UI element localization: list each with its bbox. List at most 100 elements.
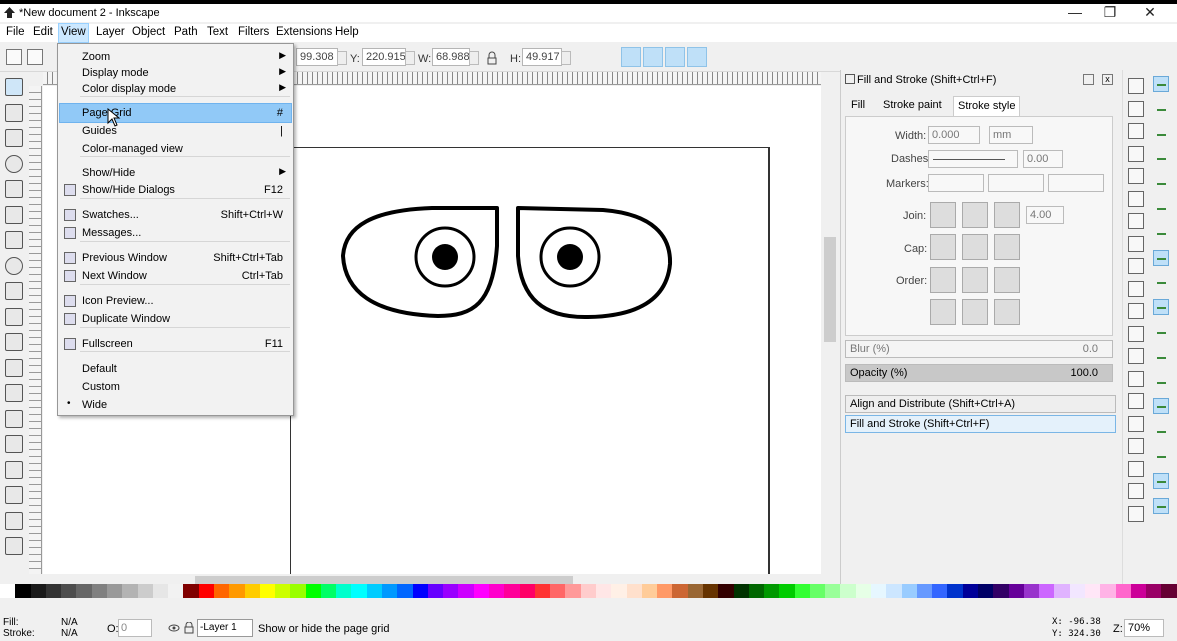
tab-stroke-paint[interactable]: Stroke paint bbox=[879, 96, 946, 116]
import-icon[interactable] bbox=[1128, 168, 1144, 184]
toggle-lock-icon[interactable] bbox=[184, 622, 194, 634]
join-miter-icon[interactable] bbox=[994, 202, 1020, 228]
width-unit-select[interactable]: mm bbox=[989, 126, 1033, 144]
y-field[interactable]: 220.915 bbox=[362, 48, 415, 66]
view-menu-item-guides[interactable]: Guides | bbox=[60, 122, 291, 140]
color-swatch[interactable] bbox=[534, 584, 551, 598]
join-round-icon[interactable] bbox=[962, 202, 988, 228]
color-swatch[interactable] bbox=[702, 584, 719, 598]
scale-corners-icon[interactable] bbox=[643, 47, 663, 67]
color-swatch[interactable] bbox=[229, 584, 245, 598]
color-swatch[interactable] bbox=[1130, 584, 1147, 598]
print-icon[interactable] bbox=[1128, 145, 1144, 162]
menu-extensions[interactable]: Extensions bbox=[274, 26, 334, 38]
x-field[interactable]: 99.308 bbox=[296, 48, 347, 66]
color-swatch[interactable] bbox=[213, 584, 230, 598]
color-swatch[interactable] bbox=[168, 584, 184, 598]
color-swatch[interactable] bbox=[30, 584, 46, 598]
color-swatch[interactable] bbox=[809, 584, 826, 598]
color-swatch[interactable] bbox=[550, 584, 566, 598]
end-marker-select[interactable] bbox=[1048, 174, 1104, 192]
color-swatch[interactable] bbox=[1084, 584, 1101, 598]
order-fill-markers-icon[interactable] bbox=[994, 267, 1020, 293]
duplicate-icon[interactable] bbox=[1128, 393, 1144, 409]
color-swatch[interactable] bbox=[320, 584, 337, 598]
color-swatch[interactable] bbox=[733, 584, 749, 598]
blur-slider[interactable]: Blur (%) 0.0 bbox=[845, 340, 1113, 358]
hscroll-thumb[interactable] bbox=[195, 576, 573, 584]
color-swatch[interactable] bbox=[15, 584, 31, 598]
color-swatch[interactable] bbox=[840, 584, 856, 598]
cap-butt-icon[interactable] bbox=[930, 234, 956, 260]
view-menu-item-show-hide-dialogs[interactable]: Show/Hide Dialogs F12 bbox=[60, 181, 291, 199]
color-swatch[interactable] bbox=[565, 584, 581, 598]
h-field[interactable]: 49.917 bbox=[522, 48, 571, 66]
cap-round-icon[interactable] bbox=[962, 234, 988, 260]
rect-icon[interactable] bbox=[5, 205, 23, 224]
zoom-page-icon[interactable] bbox=[1128, 370, 1144, 387]
scale-stroke-icon[interactable] bbox=[621, 47, 641, 67]
color-swatch[interactable] bbox=[641, 584, 658, 598]
undo-icon[interactable] bbox=[1128, 213, 1144, 229]
color-swatch[interactable] bbox=[611, 584, 627, 598]
3dbox-icon[interactable] bbox=[5, 231, 23, 249]
color-swatch[interactable] bbox=[764, 584, 780, 598]
new-icon[interactable] bbox=[1128, 78, 1144, 94]
color-swatch[interactable] bbox=[290, 584, 306, 598]
color-swatch[interactable] bbox=[106, 584, 123, 598]
measure-icon[interactable] bbox=[5, 180, 23, 198]
lock-ratio-icon[interactable] bbox=[486, 51, 498, 65]
view-menu-item-custom[interactable]: Custom bbox=[60, 378, 291, 396]
color-swatch[interactable] bbox=[901, 584, 917, 598]
view-menu-item-fullscreen[interactable]: Fullscreen F11 bbox=[60, 335, 291, 353]
node-icon[interactable] bbox=[5, 103, 23, 122]
dashes-select[interactable] bbox=[928, 150, 1018, 168]
snap-nodes-icon[interactable] bbox=[1153, 225, 1169, 241]
color-swatch[interactable] bbox=[61, 584, 77, 598]
zoom-icon[interactable] bbox=[5, 154, 23, 173]
fill-indicator-value[interactable]: N/A bbox=[61, 617, 78, 628]
ellipse-icon[interactable] bbox=[5, 256, 23, 275]
gradient-icon[interactable] bbox=[5, 511, 23, 530]
color-swatch[interactable] bbox=[1115, 584, 1131, 598]
color-swatch[interactable] bbox=[244, 584, 260, 598]
toggle-visibility-icon[interactable] bbox=[168, 623, 180, 633]
move-gradients-icon[interactable] bbox=[665, 47, 685, 67]
star-icon[interactable] bbox=[5, 282, 23, 300]
order-stroke-markers-icon[interactable] bbox=[962, 299, 988, 325]
view-menu-item-swatches[interactable]: Swatches... Shift+Ctrl+W bbox=[60, 206, 291, 224]
view-menu-item-messages[interactable]: Messages... bbox=[60, 224, 291, 242]
group-icon[interactable] bbox=[1128, 460, 1144, 477]
snap-path-icon[interactable] bbox=[1153, 249, 1169, 266]
color-swatch[interactable] bbox=[489, 584, 505, 598]
color-swatch[interactable] bbox=[305, 584, 321, 598]
layer-select[interactable]: -Layer 1 bbox=[197, 619, 253, 637]
color-swatch[interactable] bbox=[1054, 584, 1070, 598]
unlink-clone-icon[interactable] bbox=[1128, 438, 1144, 454]
color-swatch[interactable] bbox=[825, 584, 841, 598]
view-menu-item-default[interactable]: Default bbox=[60, 360, 291, 378]
color-swatch[interactable] bbox=[473, 584, 489, 598]
color-swatch[interactable] bbox=[198, 584, 214, 598]
iconify-button[interactable] bbox=[1083, 74, 1094, 85]
snap-page-border-icon[interactable] bbox=[1153, 448, 1169, 464]
xml-editor-icon[interactable] bbox=[1128, 505, 1144, 522]
color-swatch[interactable] bbox=[76, 584, 92, 598]
view-menu-item-show-hide[interactable]: Show/Hide ▶ bbox=[60, 164, 291, 182]
dash-offset-field[interactable]: 0.00 bbox=[1023, 150, 1063, 168]
color-swatch[interactable] bbox=[993, 584, 1009, 598]
fill-stroke-tab[interactable]: Fill and Stroke (Shift+Ctrl+F) bbox=[845, 415, 1116, 433]
open-icon[interactable] bbox=[1128, 100, 1144, 117]
calligraphy-icon[interactable] bbox=[5, 384, 23, 402]
snap-intersection-icon[interactable] bbox=[1153, 274, 1169, 290]
color-swatch[interactable] bbox=[748, 584, 765, 598]
miter-limit-field[interactable]: 4.00 bbox=[1026, 206, 1064, 224]
snap-cusp-icon[interactable] bbox=[1153, 299, 1169, 316]
opacity-field-status[interactable]: 0 bbox=[118, 619, 152, 637]
color-swatch[interactable] bbox=[366, 584, 383, 598]
cut-icon[interactable] bbox=[1128, 280, 1144, 297]
color-swatch[interactable] bbox=[152, 584, 169, 598]
color-swatch[interactable] bbox=[978, 584, 994, 598]
w-field[interactable]: 68.988 bbox=[432, 48, 479, 66]
menu-edit[interactable]: Edit bbox=[31, 26, 55, 38]
